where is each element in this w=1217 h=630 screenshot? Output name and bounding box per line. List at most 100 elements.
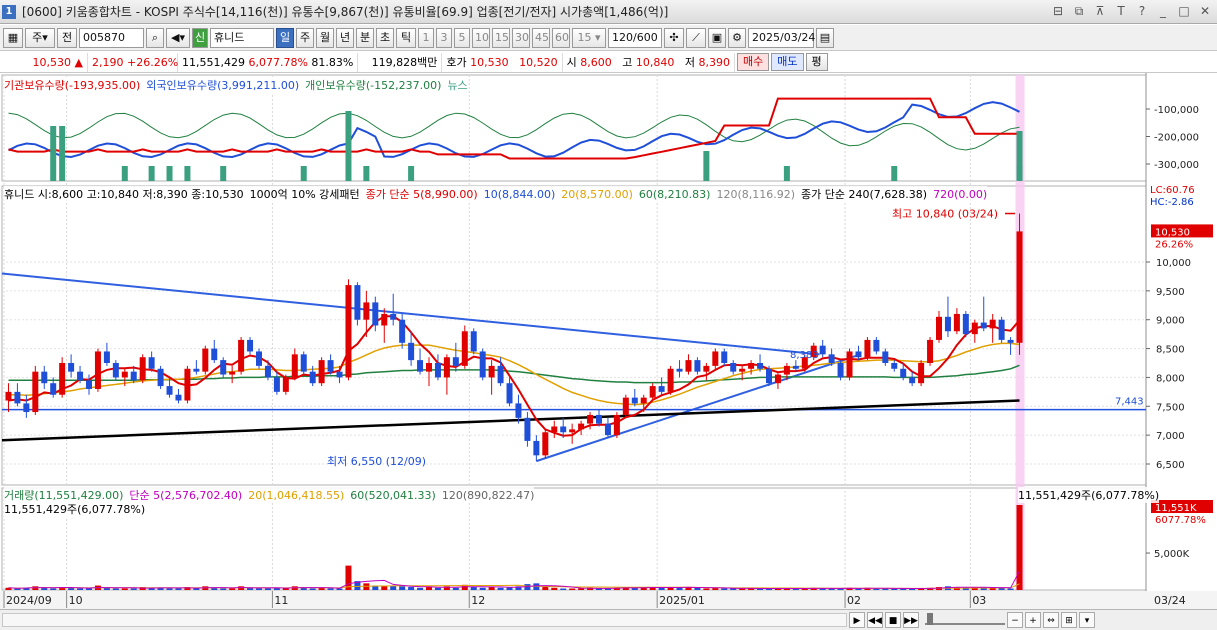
candle-body [103, 351, 110, 363]
prev-button[interactable]: 전 [57, 27, 77, 48]
count-field[interactable]: 120/600 [608, 27, 662, 48]
split-view-icon[interactable]: ⊞ [1061, 612, 1077, 628]
open-value: 8,600 [580, 55, 612, 69]
tab-year[interactable]: 년 [336, 27, 354, 48]
candle-body [918, 363, 925, 384]
candle-body [685, 360, 692, 372]
tab-tick[interactable]: 틱 [396, 27, 416, 48]
volume-bar [229, 588, 236, 590]
tab-month[interactable]: 월 [316, 27, 334, 48]
lc-value: LC:60.76 [1150, 185, 1195, 196]
candle-body [220, 360, 227, 375]
minute-30[interactable]: 30 [512, 27, 530, 48]
scroll-right-icon[interactable]: ▶ [849, 612, 865, 628]
volume-bar [14, 588, 21, 590]
volume-bar [1007, 588, 1014, 590]
horizontal-scrollbar[interactable] [2, 613, 847, 627]
rewind-icon[interactable]: ◀◀ [867, 612, 883, 628]
vol-ma5-legend: 단순 5(2,576,702.40) [129, 489, 243, 502]
volume-bar [497, 587, 504, 590]
candle-body [32, 371, 39, 413]
candle-body [363, 302, 370, 320]
turnover: 81.83% [311, 55, 354, 69]
period-unit-select[interactable]: 주▾ [25, 27, 55, 48]
candle-body [23, 403, 30, 413]
candle-body [604, 423, 611, 436]
restore-layout-icon[interactable]: ⊟ [1050, 3, 1066, 19]
volume-bar [408, 587, 415, 590]
layout-icon[interactable]: ▦ [3, 27, 23, 48]
volume-bar [256, 588, 262, 590]
sell-button[interactable]: 매도 [771, 53, 804, 71]
minute-60[interactable]: 60 [552, 27, 570, 48]
stop-icon[interactable]: ■ [885, 612, 901, 628]
minute-45[interactable]: 45 [532, 27, 550, 48]
options-icon[interactable]: ▾ [1079, 612, 1095, 628]
tab-minute[interactable]: 분 [356, 27, 374, 48]
date-field[interactable]: 2025/03/24 [748, 27, 815, 48]
forward-icon[interactable]: ▶▶ [903, 612, 919, 628]
volume-bar [470, 587, 477, 590]
fit-icon[interactable]: ⇔ [1043, 612, 1059, 628]
buy-button[interactable]: 매수 [737, 53, 770, 71]
candle-body [828, 354, 835, 363]
legend-institution: 기관보유수량(-193,935.00) [4, 79, 141, 92]
news-bar [300, 166, 307, 181]
candle-body [944, 316, 951, 332]
crosshair-icon[interactable]: ✣ [664, 27, 684, 48]
candle-body [846, 351, 853, 378]
volume-bar [220, 588, 227, 590]
volume-bar [551, 587, 558, 590]
save-icon[interactable]: ▣ [708, 27, 726, 48]
stock-code-input[interactable]: 005870 [79, 27, 144, 48]
toolbar: ▦ 주▾ 전 005870 ⌕ ◀▾ 신 휴니드 일 주 월 년 분 초 틱 1… [0, 25, 1217, 51]
calendar-icon[interactable]: ▤ [816, 27, 834, 48]
text-icon[interactable]: T [1113, 3, 1129, 19]
volume-top-right: 11,551,429주(6,077.78%) [1018, 487, 1160, 503]
candle-body [229, 371, 236, 375]
zoom-slider[interactable] [925, 613, 1005, 625]
minute-10[interactable]: 10 [472, 27, 490, 48]
sound-icon[interactable]: ◀▾ [166, 27, 190, 48]
minimize-icon[interactable]: _ [1155, 3, 1171, 19]
minute-5[interactable]: 5 [454, 27, 470, 48]
volume-bar [560, 588, 567, 590]
change-value: 2,190 [92, 55, 124, 69]
tab-week[interactable]: 주 [296, 27, 314, 48]
flat-button[interactable]: 평 [805, 53, 828, 71]
tab-second[interactable]: 초 [376, 27, 394, 48]
minute-3[interactable]: 3 [436, 27, 452, 48]
zoom-out-icon[interactable]: − [1007, 612, 1023, 628]
minute-15[interactable]: 15 [492, 27, 510, 48]
candle-body [649, 386, 656, 398]
legend-foreign: 외국인보유수량(3,991,211.00) [146, 79, 300, 92]
chart-canvas[interactable]: 최고 10,840 (03/24) 최저 6,550 (12/09) 7,443 8,… [0, 73, 1217, 609]
trendline-label: 8,388 [790, 350, 819, 361]
minute-1[interactable]: 1 [418, 27, 434, 48]
candle-body [112, 363, 119, 378]
maximize-icon[interactable]: □ [1176, 3, 1192, 19]
draw-tool-icon[interactable]: ⟋ [686, 27, 706, 48]
stock-name-field[interactable]: 휴니드 [210, 27, 274, 48]
candle-body [622, 397, 629, 415]
candle-body [757, 363, 764, 369]
vol-ma60-legend: 60(520,041.33) [350, 488, 436, 502]
candle-body [309, 371, 316, 384]
price-axis-label: 8,000 [1156, 373, 1185, 384]
copy-icon[interactable]: ⧉ [1071, 3, 1087, 19]
news-bar [220, 166, 227, 181]
help-icon[interactable]: ? [1134, 3, 1150, 19]
candle-body [68, 363, 75, 372]
pin-icon[interactable]: ⊼ [1092, 3, 1108, 19]
close-icon[interactable]: ✕ [1197, 3, 1213, 19]
x-axis-label: 2025/01 [659, 594, 705, 607]
volume-bar [130, 588, 137, 590]
custom-minute-select[interactable]: 15 ▾ [572, 27, 606, 48]
tab-day[interactable]: 일 [276, 27, 294, 48]
zoom-in-icon[interactable]: + [1025, 612, 1041, 628]
settings-icon[interactable]: ⚙ [728, 27, 746, 48]
candle-body [980, 322, 987, 329]
investor-panel [8, 97, 1023, 181]
candle-body [613, 414, 620, 436]
search-icon[interactable]: ⌕ [146, 27, 164, 48]
